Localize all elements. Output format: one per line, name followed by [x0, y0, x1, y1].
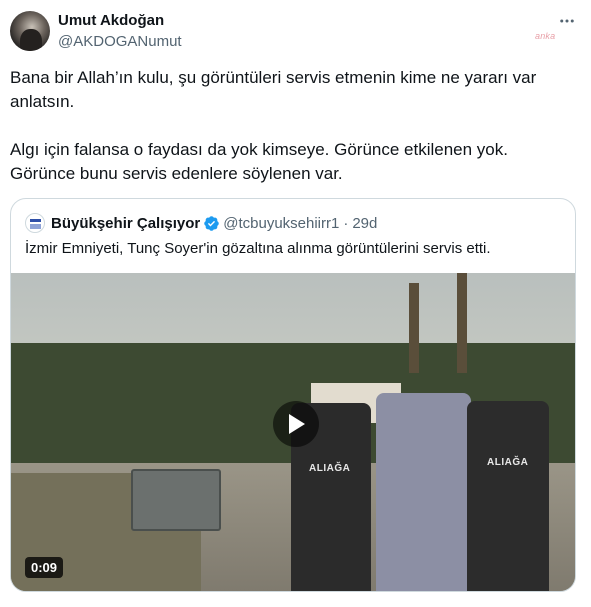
quoted-author-handle[interactable]: @tcbuyuksehiirr1 — [223, 215, 339, 232]
more-options-button[interactable] — [556, 10, 578, 32]
watermark: anka — [535, 31, 556, 41]
more-dots-icon — [560, 19, 574, 23]
video-scene-bin — [131, 469, 221, 531]
video-scene-palm — [409, 283, 419, 373]
author-handle[interactable]: @AKDOGANumut — [58, 33, 182, 51]
video-scene-palm — [457, 273, 467, 373]
play-button[interactable] — [273, 401, 319, 447]
quoted-tweet-text: İzmir Emniyeti, Tunç Soyer'in gözaltına … — [25, 240, 491, 257]
play-icon — [289, 414, 305, 434]
quoted-tweet-header: Büyükşehir Çalışıyor @tcbuyuksehiirr1 · … — [25, 213, 377, 233]
video-duration: 0:09 — [25, 557, 64, 578]
quoted-timestamp[interactable]: 29d — [352, 215, 377, 232]
video-scene-officer-right: ALIAĞA — [467, 401, 549, 591]
quoted-author-name[interactable]: Büyükşehir Çalışıyor — [51, 215, 200, 232]
tweet-text: Bana bir Allah’ın kulu, şu görüntüleri s… — [10, 66, 580, 186]
quoted-author-avatar[interactable] — [25, 213, 45, 233]
author-avatar[interactable] — [10, 11, 50, 51]
verified-badge-icon — [203, 215, 220, 232]
tweet-paragraph-1: Bana bir Allah’ın kulu, şu görüntüleri s… — [10, 68, 537, 111]
author-name[interactable]: Umut Akdoğan — [58, 12, 164, 30]
tweet-paragraph-2: Algı için falansa o faydası da yok kimse… — [10, 140, 508, 183]
quoted-tweet-card[interactable]: Büyükşehir Çalışıyor @tcbuyuksehiirr1 · … — [10, 198, 576, 592]
video-player[interactable]: ALIAĞA ALIAĞA 0:09 — [11, 273, 575, 591]
vest-text-right: ALIAĞA — [487, 457, 529, 468]
video-scene-detainee — [376, 393, 471, 591]
separator-dot: · — [343, 214, 349, 232]
vest-text-left: ALIAĞA — [309, 463, 351, 474]
